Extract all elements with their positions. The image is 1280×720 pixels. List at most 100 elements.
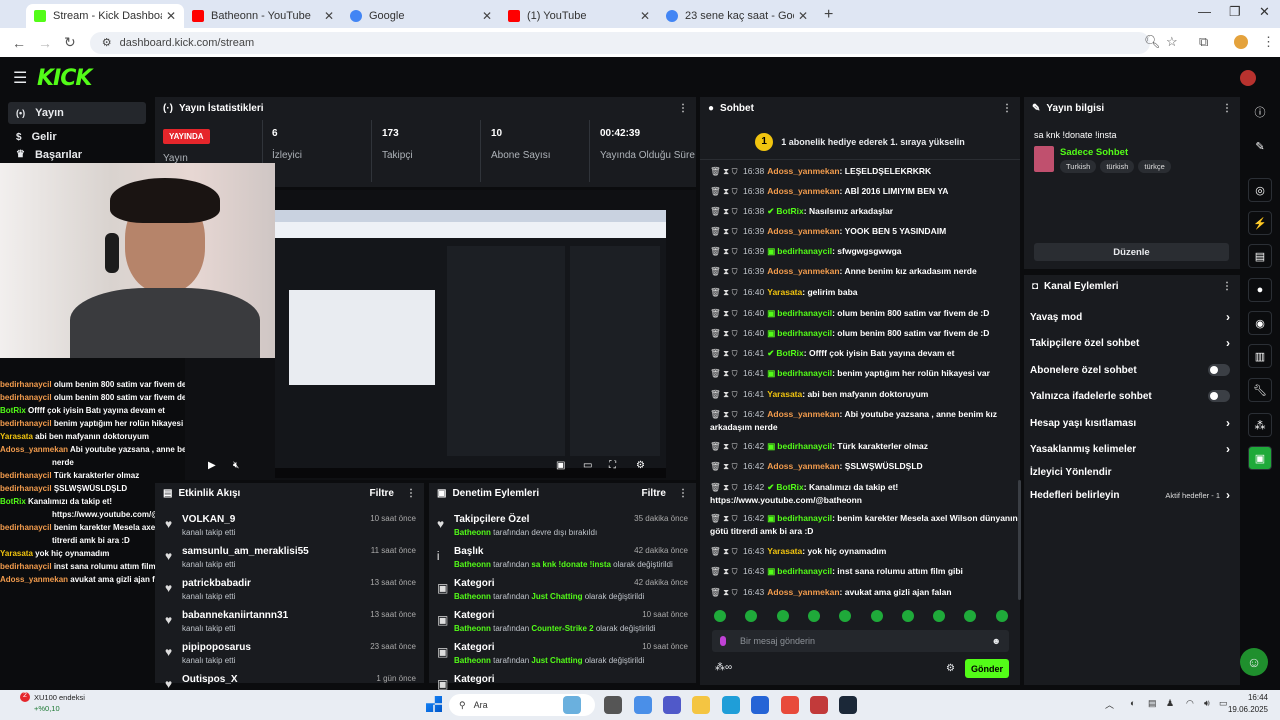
extensions-icon[interactable]: ⧉ — [1199, 34, 1208, 50]
mod-actions-icon[interactable]: 🗑︎ ⧗ ⛉ — [710, 166, 740, 176]
stock-name[interactable]: XU100 endeksi — [34, 693, 85, 702]
edit-button[interactable]: Düzenle — [1034, 243, 1229, 261]
mic-icon[interactable] — [720, 636, 726, 646]
channel-action-6[interactable]: İzleyici Yönlendir — [1030, 463, 1230, 481]
moderation-actor[interactable]: Batheonn — [454, 528, 491, 537]
broadcast-icon[interactable]: ◉ — [1248, 311, 1272, 335]
zoom-icon[interactable]: 🔍︎ — [1144, 34, 1161, 50]
users-icon[interactable]: ⁂ — [1248, 413, 1272, 437]
emote-icon[interactable] — [807, 610, 820, 622]
sidebar-item-achievements[interactable]: ♛ Başarılar — [8, 149, 146, 163]
mod-actions-icon[interactable]: 🗑︎ ⧗ ⛉ — [710, 226, 740, 236]
wrench-icon[interactable]: 🔧︎ — [1248, 378, 1272, 402]
filter-button[interactable]: Filtre — [370, 488, 394, 499]
tray-app-icon[interactable]: ◐ — [1130, 698, 1135, 708]
tray-app-icon[interactable]: ♟ — [1166, 698, 1174, 709]
close-tab-icon[interactable]: ✕ — [798, 9, 808, 23]
toggle-switch[interactable] — [1208, 390, 1230, 402]
tag-chip[interactable]: Turkish — [1060, 160, 1097, 173]
mod-actions-icon[interactable]: 🗑︎ ⧗ ⛉ — [710, 566, 740, 576]
channel-action-1[interactable]: Takipçilere özel sohbet › — [1030, 334, 1230, 352]
tray-app-icon[interactable]: ▤ — [1148, 698, 1157, 709]
chat-username[interactable]: Adoss_yanmekan — [767, 587, 839, 597]
category-name[interactable]: Sadece Sohbet — [1060, 147, 1128, 158]
fullscreen-icon[interactable]: ⛶ — [609, 460, 616, 471]
back-icon[interactable]: ← — [12, 35, 26, 51]
chrome-icon[interactable] — [781, 696, 799, 714]
chat-scrollbar[interactable] — [1018, 480, 1021, 600]
close-tab-icon[interactable]: ✕ — [640, 9, 650, 23]
reload-icon[interactable]: ↻ — [64, 34, 76, 51]
mod-actions-icon[interactable]: 🗑︎ ⧗ ⛉ — [710, 441, 740, 451]
app-icon[interactable] — [810, 696, 828, 714]
browser-tab[interactable]: Stream - Kick Dashboard ✕ — [26, 4, 184, 28]
emote-icon[interactable] — [901, 610, 914, 622]
bookmark-star-icon[interactable]: ☆ — [1166, 34, 1178, 50]
mod-actions-icon[interactable]: 🗑︎ ⧗ ⛉ — [710, 461, 740, 471]
wifi-icon[interactable]: ◠ — [1186, 698, 1194, 709]
clock-time[interactable]: 16:44 — [1230, 693, 1268, 702]
copilot-icon[interactable] — [634, 696, 652, 714]
chat-username[interactable]: bedirhanaycil — [777, 328, 832, 338]
channel-action-0[interactable]: Yavaş mod › — [1030, 308, 1230, 326]
channel-action-7[interactable]: Hedefleri belirleyin Aktif hedefler - 1 › — [1030, 486, 1230, 504]
moderation-actor[interactable]: Batheonn — [454, 624, 491, 633]
steam-icon[interactable] — [839, 696, 857, 714]
mod-actions-icon[interactable]: 🗑︎ ⧗ ⛉ — [710, 409, 740, 419]
browser-menu-icon[interactable]: ⋮ — [1262, 34, 1275, 50]
green-box-icon[interactable]: ▣ — [1248, 446, 1272, 470]
chat-username[interactable]: bedirhanaycil — [777, 368, 832, 378]
mod-actions-icon[interactable]: 🗑︎ ⧗ ⛉ — [710, 348, 740, 358]
chat-icon[interactable]: ● — [1248, 278, 1272, 302]
teams-icon[interactable] — [663, 696, 681, 714]
mod-actions-icon[interactable]: 🗑︎ ⧗ ⛉ — [710, 266, 740, 276]
lightning-icon[interactable]: ⚡ — [1248, 211, 1272, 235]
mod-actions-icon[interactable]: 🗑︎ ⧗ ⛉ — [710, 308, 740, 318]
tray-chevron-icon[interactable]: ︿ — [1105, 698, 1114, 711]
mute-icon[interactable]: 🔇︎ — [233, 460, 239, 471]
more-options-icon[interactable]: ⋮ — [1222, 103, 1232, 114]
minimize-icon[interactable]: — — [1198, 4, 1211, 19]
mod-actions-icon[interactable]: 🗑︎ ⧗ ⛉ — [710, 482, 740, 492]
chat-username[interactable]: BotRix — [776, 482, 803, 492]
send-button[interactable]: Gönder — [965, 659, 1009, 678]
profile-avatar[interactable] — [1234, 35, 1248, 49]
forward-icon[interactable]: → — [38, 35, 52, 51]
site-info-icon[interactable]: ⚙ — [102, 36, 112, 49]
theater-icon[interactable]: ▭ — [583, 460, 592, 471]
layout-icon[interactable]: ▥ — [1248, 344, 1272, 368]
emote-icon[interactable] — [714, 610, 726, 622]
activity-username[interactable]: Outispos_X — [182, 674, 238, 685]
channel-action-3[interactable]: Yalnızca ifadelerle sohbet — [1030, 387, 1230, 405]
more-options-icon[interactable]: ⋮ — [1222, 281, 1232, 292]
more-options-icon[interactable]: ⋮ — [678, 103, 688, 114]
chat-username[interactable]: Adoss_yanmekan — [767, 166, 839, 176]
chat-username[interactable]: Adoss_yanmekan — [767, 461, 839, 471]
chat-username[interactable]: Yarasata — [767, 287, 802, 297]
more-options-icon[interactable]: ⋮ — [678, 488, 688, 499]
maximize-icon[interactable]: ❐ — [1229, 4, 1241, 20]
clock-date[interactable]: 19.06.2025 — [1226, 705, 1268, 714]
user-avatar[interactable] — [1240, 70, 1256, 86]
hamburger-menu-icon[interactable]: ☰ — [13, 68, 27, 88]
settings-gear-icon[interactable]: ⚙ — [636, 460, 645, 471]
mod-actions-icon[interactable]: 🗑︎ ⧗ ⛉ — [710, 186, 740, 196]
channel-action-4[interactable]: Hesap yaşı kısıtlaması › — [1030, 414, 1230, 432]
chat-username[interactable]: BotRix — [776, 206, 803, 216]
folder-icon[interactable] — [692, 696, 710, 714]
sidebar-item-revenue[interactable]: $ Gelir — [8, 126, 146, 148]
sidebar-item-stream[interactable]: (•) Yayın — [8, 102, 146, 124]
more-options-icon[interactable]: ⋮ — [1002, 103, 1012, 114]
chat-username[interactable]: Adoss_yanmekan — [767, 226, 839, 236]
activity-username[interactable]: VOLKAN_9 — [182, 514, 235, 525]
pencil-icon[interactable]: ✎ — [1248, 134, 1272, 158]
close-tab-icon[interactable]: ✕ — [324, 9, 334, 23]
volume-icon[interactable]: 🔊︎ — [1204, 698, 1210, 709]
mod-actions-icon[interactable]: 🗑︎ ⧗ ⛉ — [710, 328, 740, 338]
emote-icon[interactable] — [933, 610, 946, 622]
chat-username[interactable]: bedirhanaycil — [777, 308, 832, 318]
wallpaper-icon[interactable] — [563, 696, 581, 714]
emote-icon[interactable] — [995, 610, 1008, 622]
moderation-actor[interactable]: Batheonn — [454, 560, 491, 569]
toggle-switch[interactable] — [1208, 364, 1230, 376]
